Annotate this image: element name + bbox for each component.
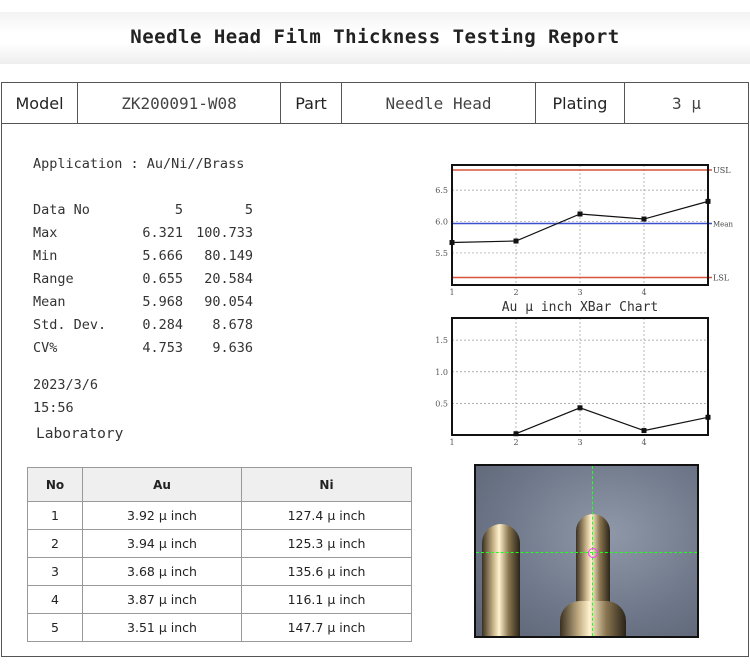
needle-base: [560, 601, 626, 636]
microscope-image: [474, 464, 699, 638]
data-point: [449, 240, 455, 246]
x-tick-label: 4: [641, 438, 646, 447]
x-tick-label: 3: [577, 288, 582, 297]
x-tick-label: 1: [449, 288, 454, 297]
x-tick-label: 2: [513, 288, 518, 297]
data-point: [513, 431, 519, 437]
series-line: [515, 407, 709, 435]
x-tick-label: 1: [449, 438, 454, 447]
data-point: [577, 405, 583, 411]
y-tick-label: 6.5: [435, 186, 448, 195]
data-point: [577, 211, 583, 217]
y-tick-label: 0.5: [435, 399, 448, 408]
x-tick-label: 4: [641, 288, 646, 297]
data-point: [705, 414, 711, 420]
usl-label: USL: [713, 166, 731, 175]
lsl-label: LSL: [713, 273, 730, 282]
data-point: [641, 428, 647, 434]
crosshair-center: [588, 548, 598, 558]
data-point: [641, 216, 647, 222]
data-point: [705, 198, 711, 204]
data-point: [513, 238, 519, 244]
needle-left: [482, 524, 520, 636]
crosshair-horizontal: [476, 552, 697, 553]
y-tick-label: 5.5: [435, 249, 448, 258]
mean-label: Mean: [713, 221, 733, 229]
needle-tip: [576, 514, 610, 604]
x-tick-label: 2: [513, 438, 518, 447]
chart-title: Au μ inch XBar Chart: [502, 300, 659, 315]
y-tick-label: 1.5: [435, 336, 448, 345]
x-tick-label: 3: [577, 438, 582, 447]
y-tick-label: 6.0: [435, 218, 448, 227]
y-tick-label: 1.0: [435, 368, 448, 377]
